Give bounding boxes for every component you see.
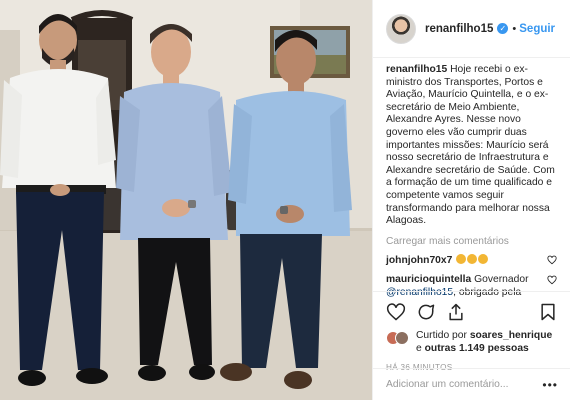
post-panel: renanfilho15 ✓ • Seguir renanfilho15 Hoj… xyxy=(372,0,570,400)
share-icon[interactable] xyxy=(446,302,466,322)
add-comment-bar: ••• xyxy=(373,368,570,400)
bookmark-icon[interactable] xyxy=(538,302,558,322)
comments-section[interactable]: renanfilho15 Hoje recebi o ex-ministro d… xyxy=(373,58,570,298)
likes-others[interactable]: outras 1.149 pessoas xyxy=(425,343,529,354)
comment-author[interactable]: johnjohn70x7 xyxy=(386,255,452,266)
caption-text: Hoje recebi o ex-ministro dos Transporte… xyxy=(386,64,555,227)
likes-prefix: Curtido por xyxy=(416,330,467,341)
comment-item: johnjohn70x7 xyxy=(386,253,557,268)
like-comment-heart-icon[interactable] xyxy=(547,275,557,285)
post-caption: renanfilho15 Hoje recebi o ex-ministro d… xyxy=(386,64,557,228)
more-options-icon[interactable]: ••• xyxy=(542,378,558,392)
author-avatar[interactable] xyxy=(386,13,416,44)
author-username[interactable]: renanfilho15 xyxy=(425,23,493,35)
post-actions-section: Curtido por soares_henrique e outras 1.1… xyxy=(373,291,570,372)
action-bar xyxy=(386,298,558,326)
like-heart-icon[interactable] xyxy=(386,302,406,322)
verified-badge-icon: ✓ xyxy=(497,23,509,34)
post-header: renanfilho15 ✓ • Seguir xyxy=(373,0,570,58)
likes-user[interactable]: soares_henrique xyxy=(470,330,552,341)
liker-avatars xyxy=(386,331,416,345)
add-comment-input[interactable] xyxy=(386,379,543,390)
liker-avatar xyxy=(395,331,409,345)
comment-text: Governador xyxy=(474,274,529,286)
load-more-comments[interactable]: Carregar mais comentários xyxy=(386,236,557,247)
follow-button[interactable]: Seguir xyxy=(519,23,555,35)
header-separator: • xyxy=(512,22,517,35)
comment-bubble-icon[interactable] xyxy=(416,302,436,322)
post-photo[interactable] xyxy=(0,0,372,400)
photo-illustration xyxy=(0,0,372,400)
likes-summary: Curtido por soares_henrique e outras 1.1… xyxy=(386,330,558,355)
like-comment-heart-icon[interactable] xyxy=(547,255,557,265)
likes-connector: e xyxy=(416,342,422,354)
likes-text: Curtido por soares_henrique e outras 1.1… xyxy=(416,330,558,355)
caption-author[interactable]: renanfilho15 xyxy=(386,64,447,75)
clap-emoji-icon xyxy=(455,253,489,266)
comment-author[interactable]: mauricioquintella xyxy=(386,274,471,285)
